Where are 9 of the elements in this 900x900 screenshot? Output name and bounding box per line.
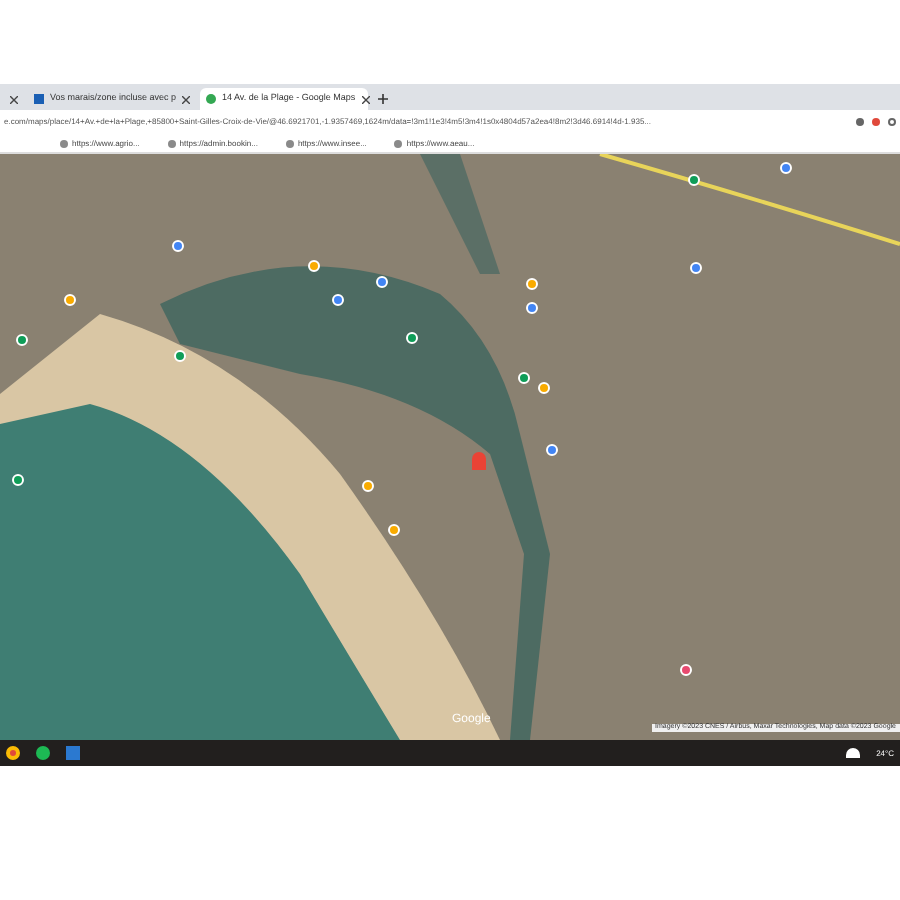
close-icon[interactable] xyxy=(182,95,191,103)
music-app-icon[interactable] xyxy=(36,746,50,760)
map-pin-icon xyxy=(206,94,216,104)
close-icon[interactable] xyxy=(361,95,370,103)
close-icon[interactable] xyxy=(10,95,18,103)
document-icon xyxy=(34,94,44,104)
location-pin-icon xyxy=(472,452,486,470)
browser-icon[interactable] xyxy=(6,746,20,760)
new-tab-icon[interactable] xyxy=(378,94,388,104)
